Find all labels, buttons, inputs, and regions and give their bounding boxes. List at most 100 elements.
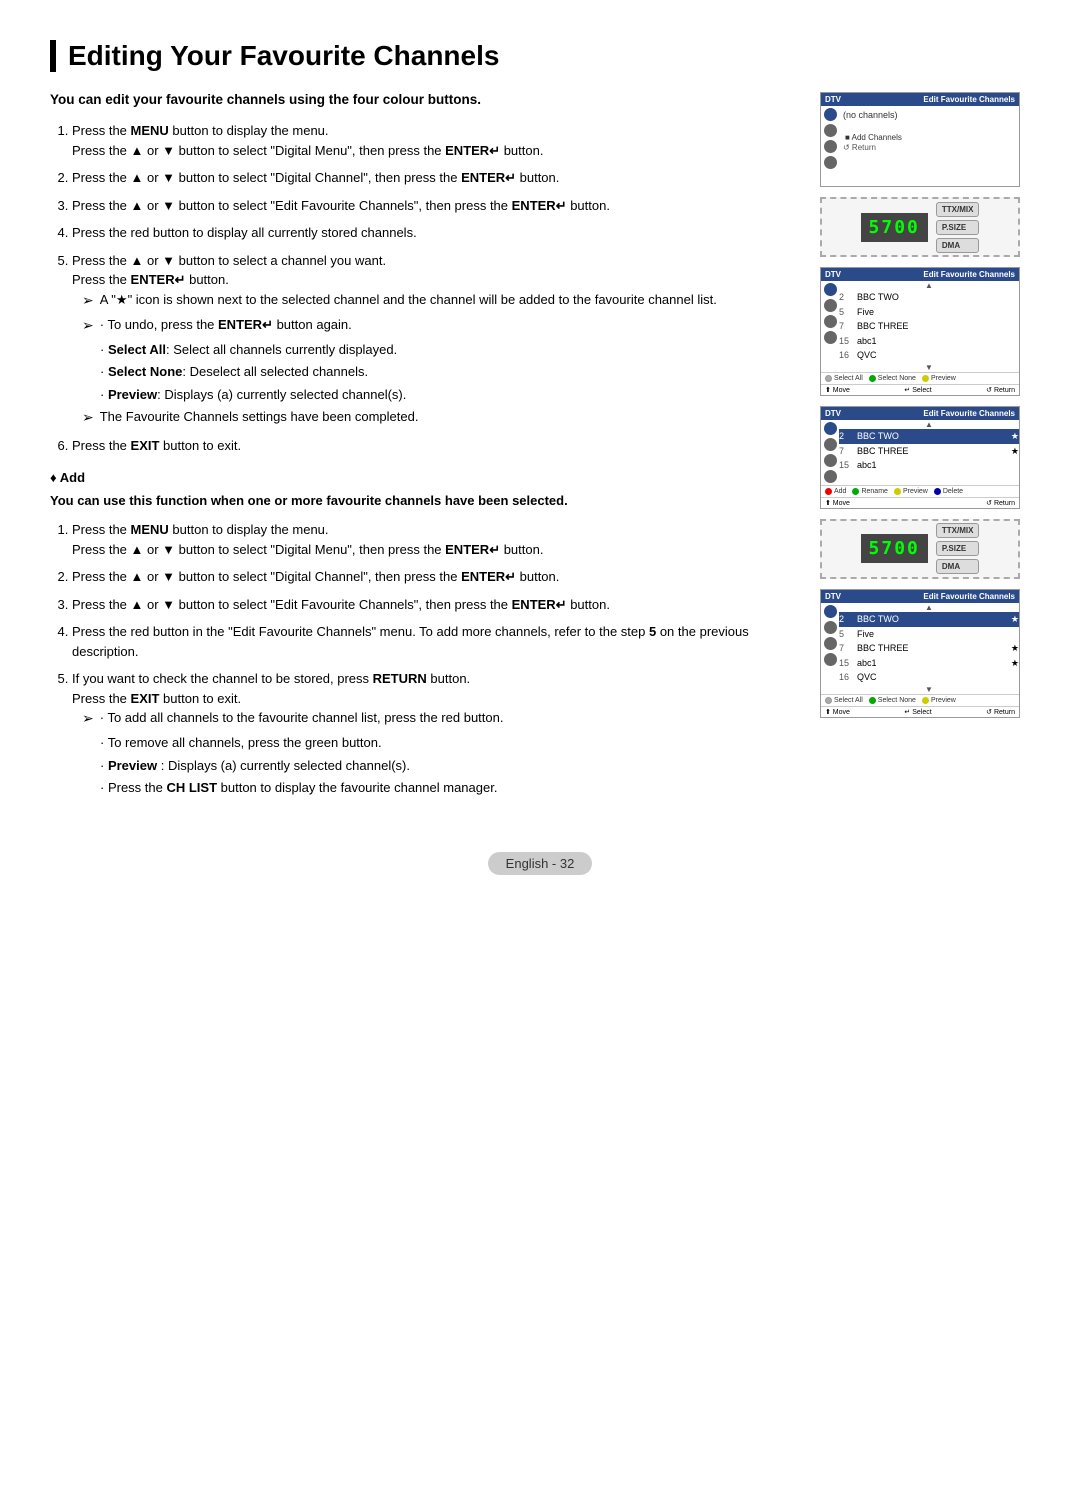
screen-group-3: DTV Edit Favourite Channels ▲ 2BBC TWO★: [820, 406, 1030, 509]
screen3-main: ▲ 2BBC TWO★ 7BBC THREE★ 15abc1: [839, 420, 1019, 485]
s3-icon2: [824, 438, 837, 451]
channel-item: 15abc1: [839, 458, 1019, 473]
dot-yellow: [922, 375, 929, 382]
intro-text: You can edit your favourite channels usi…: [50, 92, 800, 107]
screen2-sidebar: [821, 281, 839, 372]
channel-item: 2BBC TWO: [839, 290, 1019, 305]
page-title: Editing Your Favourite Channels: [68, 40, 1030, 72]
channel-item: 5Five: [839, 305, 1019, 320]
remote1-btn-dma: DMA: [936, 238, 980, 253]
s4-icon1: [824, 605, 837, 618]
icon3: [824, 140, 837, 153]
s3-add-label: Add: [834, 488, 846, 495]
step-4: Press the red button to display all curr…: [72, 223, 800, 243]
screen4-move-footer: ⬆ Move ↵ Select ↺ Return: [821, 706, 1019, 717]
channel-item: 7BBC THREE: [839, 319, 1019, 334]
s4-icon3: [824, 637, 837, 650]
screen-2: DTV Edit Favourite Channels ▲ 2BBC TWO: [820, 267, 1020, 396]
arrow-icon2: ➢: [82, 315, 94, 336]
remote-group-1: 5700 TTX/MIX P.SIZE DMA: [820, 197, 1030, 257]
channel-item: 16QVC: [839, 348, 1019, 363]
add-bullet-chlist: · Press the CH LIST button to display th…: [100, 778, 800, 798]
screen2-header: DTV Edit Favourite Channels: [821, 268, 1019, 281]
screen3-dtv-label: DTV: [825, 409, 841, 418]
s3-footer-add: Add: [825, 488, 846, 495]
screen-group-4: DTV Edit Favourite Channels ▲ 2BBC TWO★: [820, 589, 1030, 718]
s4-footer-selectnone: Select None: [869, 697, 916, 704]
screen2-inner: ▲ 2BBC TWO 5Five 7BBC THREE 15abc1 16QVC…: [821, 281, 1019, 372]
footer-selectnone-label: Select None: [878, 375, 916, 382]
screen1-return: ↺ Return: [843, 143, 1015, 152]
s4-return-label: ↺ Return: [986, 708, 1015, 716]
screen1-body: (no channels) ■ Add Channels ↺ Return: [839, 106, 1019, 186]
remote2-display: 5700: [861, 534, 928, 563]
remote1-display: 5700: [861, 213, 928, 242]
screen4-main: ▲ 2BBC TWO★ 5Five 7BBC THREE★ 15abc1★ 16…: [839, 603, 1019, 694]
icon4: [824, 156, 837, 169]
screen2-dtv-label: DTV: [825, 270, 841, 279]
arrow-icon3: ➢: [82, 407, 94, 428]
s3-delete-label: Delete: [943, 488, 963, 495]
s3-icon1: [824, 422, 837, 435]
screen3-sidebar: [821, 420, 839, 485]
s3-preview-label: Preview: [903, 488, 928, 495]
remote-2: 5700 TTX/MIX P.SIZE DMA: [820, 519, 1020, 579]
dot-green: [869, 375, 876, 382]
s3-footer-preview: Preview: [894, 488, 928, 495]
content-area: You can edit your favourite channels usi…: [50, 92, 1030, 812]
step-1: Press the MENU button to display the men…: [72, 121, 800, 160]
footer-selectall: Select All: [825, 375, 863, 382]
screen4-down: ▼: [839, 685, 1019, 694]
remote-group-2: 5700 TTX/MIX P.SIZE DMA: [820, 519, 1030, 579]
screen1-dtv-label: DTV: [825, 95, 841, 104]
screen3-header: DTV Edit Favourite Channels: [821, 407, 1019, 420]
s4-dot-yellow: [922, 697, 929, 704]
channel-item-s4: 5Five: [839, 627, 1019, 642]
s4-footer-preview: Preview: [922, 697, 956, 704]
channel-item: 7BBC THREE★: [839, 444, 1019, 459]
screen4-up: ▲: [839, 603, 1019, 612]
screen4-title: Edit Favourite Channels: [923, 592, 1015, 601]
dot-blue: [934, 488, 941, 495]
screen1-inner: (no channels) ■ Add Channels ↺ Return: [821, 106, 1019, 186]
screen-group-1: DTV Edit Favourite Channels (no channels…: [820, 92, 1030, 187]
footer-selectall-label: Select All: [834, 375, 863, 382]
s4-dot-green: [869, 697, 876, 704]
dot-yellow2: [894, 488, 901, 495]
remote1-buttons: TTX/MIX P.SIZE DMA: [936, 202, 980, 253]
icon2: [824, 124, 837, 137]
screen2-title: Edit Favourite Channels: [923, 270, 1015, 279]
screen3-move-footer: ⬆ Move ↺ Return: [821, 497, 1019, 508]
add-step-1: Press the MENU button to display the men…: [72, 520, 800, 559]
s2-icon1: [824, 283, 837, 296]
screen1-nochannels: (no channels): [843, 108, 1015, 122]
channel-item-s4: 16QVC: [839, 670, 1019, 685]
screen2-move-footer: ⬆ Move ↵ Select ↺ Return: [821, 384, 1019, 395]
add-bullet-remove: · To remove all channels, press the gree…: [100, 733, 800, 753]
add-arrow-1: ➢ · To add all channels to the favourite…: [82, 708, 800, 729]
screen4-channel-list: 2BBC TWO★ 5Five 7BBC THREE★ 15abc1★ 16QV…: [839, 612, 1019, 685]
section1-steps: Press the MENU button to display the men…: [50, 121, 800, 456]
return-label: ↺ Return: [986, 386, 1015, 394]
screen3-up: ▲: [839, 420, 1019, 429]
screen1-header: DTV Edit Favourite Channels: [821, 93, 1019, 106]
s4-dot-white: [825, 697, 832, 704]
screen2-channel-list: 2BBC TWO 5Five 7BBC THREE 15abc1 16QVC: [839, 290, 1019, 363]
s2-icon2: [824, 299, 837, 312]
screen-1: DTV Edit Favourite Channels (no channels…: [820, 92, 1020, 187]
s3-move-label: ⬆ Move: [825, 499, 850, 507]
step-3: Press the ▲ or ▼ button to select "Edit …: [72, 196, 800, 216]
screen4-dtv-label: DTV: [825, 592, 841, 601]
bullet-select-none: · Select None: Deselect all selected cha…: [100, 362, 800, 382]
page-footer: English - 32: [50, 852, 1030, 875]
screen4-inner: ▲ 2BBC TWO★ 5Five 7BBC THREE★ 15abc1★ 16…: [821, 603, 1019, 694]
s3-footer-delete: Delete: [934, 488, 963, 495]
arrow-icon: ➢: [82, 290, 94, 311]
dot-white: [825, 375, 832, 382]
channel-item-selected: 2BBC TWO★: [839, 429, 1019, 444]
remote2-btn-psize: P.SIZE: [936, 541, 980, 556]
screens-column: DTV Edit Favourite Channels (no channels…: [820, 92, 1030, 812]
bullet-preview: · Preview: Displays (a) currently select…: [100, 385, 800, 405]
remote2-btn-ttx: TTX/MIX: [936, 523, 980, 538]
screen1-add-btn: ■ Add Channels: [843, 132, 1015, 143]
